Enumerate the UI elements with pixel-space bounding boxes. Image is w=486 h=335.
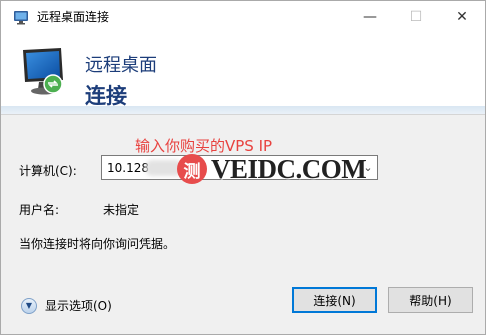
credentials-info: 当你连接时将向你询问凭据。 — [19, 237, 176, 251]
show-options-label[interactable]: 显示选项(O) — [45, 297, 112, 314]
header-banner: 远程桌面 连接 — [1, 32, 485, 115]
connect-button[interactable]: 连接(N) — [292, 287, 377, 313]
banner-title-line1: 远程桌面 — [85, 55, 157, 76]
minimize-icon[interactable]: — — [347, 1, 393, 32]
title-bar[interactable]: 远程桌面连接 — ☐ ✕ — [1, 1, 485, 32]
help-button[interactable]: 帮助(H) — [388, 287, 473, 313]
expand-chevron-icon[interactable]: ▼ — [21, 297, 37, 314]
maximize-icon[interactable]: ☐ — [393, 1, 439, 32]
watermark-logo: 测 VEIDC.COM — [177, 153, 367, 185]
show-options-toggle[interactable]: ▼ 显示选项(O) — [21, 297, 112, 314]
computer-label: 计算机(C): — [19, 164, 77, 178]
banner-stripe — [1, 106, 485, 114]
username-label: 用户名: — [19, 203, 60, 217]
watermark-text: VEIDC.COM — [211, 153, 367, 184]
remote-desktop-window: 远程桌面连接 — ☐ ✕ 远程桌面 连接 输入你购买的VPS IP 计算机(C)… — [0, 0, 486, 335]
computer-input[interactable]: 10.128 — [107, 161, 149, 175]
window-title: 远程桌面连接 — [37, 10, 110, 24]
close-icon[interactable]: ✕ — [439, 1, 485, 32]
watermark-badge: 测 — [177, 154, 207, 184]
username-value: 未指定 — [103, 203, 140, 217]
app-icon — [14, 10, 28, 24]
remote-desktop-monitor-icon — [23, 48, 63, 95]
